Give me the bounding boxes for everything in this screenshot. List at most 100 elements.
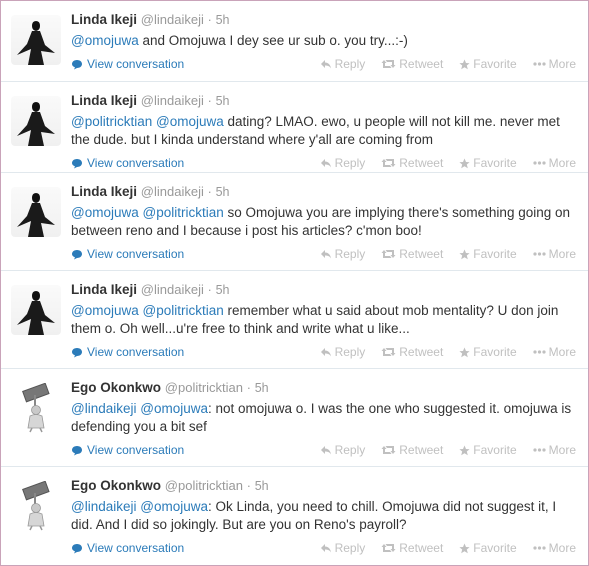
more-label: More xyxy=(548,443,576,457)
tweet[interactable]: Linda Ikeji @lindaikeji · 5h @omojuwa @p… xyxy=(1,271,588,369)
reply-button[interactable]: Reply xyxy=(320,345,365,359)
tweet[interactable]: Linda Ikeji @lindaikeji · 5h @politrickt… xyxy=(1,82,588,173)
tweet-timestamp[interactable]: 5h xyxy=(216,283,230,297)
mention-link[interactable]: @omojuwa xyxy=(71,33,139,48)
tweet-author-name[interactable]: Linda Ikeji xyxy=(71,12,137,27)
reply-label: Reply xyxy=(334,541,366,555)
tweet-author-handle[interactable]: @lindaikeji xyxy=(141,184,204,199)
favorite-button[interactable]: Favorite xyxy=(459,443,517,457)
tweet-author-name[interactable]: Ego Okonkwo xyxy=(71,478,161,493)
favorite-button[interactable]: Favorite xyxy=(459,57,517,71)
avatar[interactable] xyxy=(11,383,61,433)
more-dots-icon xyxy=(533,546,546,550)
separator-dot: · xyxy=(207,94,212,108)
tweet-timestamp[interactable]: 5h xyxy=(255,381,269,395)
tweet[interactable]: Ego Okonkwo @politricktian · 5h @lindaik… xyxy=(1,369,588,467)
reply-button[interactable]: Reply xyxy=(320,247,365,261)
more-dots-icon xyxy=(533,448,546,452)
mention-link[interactable]: @omojuwa xyxy=(156,114,224,129)
retweet-button[interactable]: Retweet xyxy=(381,541,443,555)
reply-button[interactable]: Reply xyxy=(320,443,366,457)
favorite-button[interactable]: Favorite xyxy=(459,156,517,170)
mention-link[interactable]: @omojuwa xyxy=(71,205,139,220)
tweet-author-handle[interactable]: @politricktian xyxy=(165,478,243,493)
mention-link[interactable]: @lindaikeji xyxy=(71,499,136,514)
tweet-author-handle[interactable]: @lindaikeji xyxy=(141,93,204,108)
tweet[interactable]: Ego Okonkwo @politricktian · 5h @lindaik… xyxy=(1,467,588,565)
separator-dot: · xyxy=(207,283,212,297)
view-conversation-label: View conversation xyxy=(87,541,185,555)
favorite-button[interactable]: Favorite xyxy=(459,345,517,359)
tweet-actions: Reply Retweet Favorite More xyxy=(320,247,576,261)
view-conversation-link[interactable]: View conversation xyxy=(71,247,184,261)
view-conversation-link[interactable]: View conversation xyxy=(71,345,184,359)
reply-button[interactable]: Reply xyxy=(320,156,365,170)
tweet[interactable]: Linda Ikeji @lindaikeji · 5h @omojuwa an… xyxy=(1,1,588,82)
mention-link[interactable]: @omojuwa xyxy=(140,499,208,514)
retweet-button[interactable]: Retweet xyxy=(381,247,443,261)
favorite-button[interactable]: Favorite xyxy=(459,541,517,555)
avatar[interactable] xyxy=(11,187,61,237)
retweet-button[interactable]: Retweet xyxy=(381,443,443,457)
more-button[interactable]: More xyxy=(533,156,576,170)
mention-link[interactable]: @omojuwa xyxy=(140,401,208,416)
speech-bubble-icon xyxy=(71,158,83,169)
retweet-button[interactable]: Retweet xyxy=(381,345,443,359)
retweet-icon xyxy=(381,249,396,259)
tweet-timestamp[interactable]: 5h xyxy=(216,94,230,108)
timeline: Linda Ikeji @lindaikeji · 5h @omojuwa an… xyxy=(0,0,589,566)
avatar[interactable] xyxy=(11,481,61,531)
mention-link[interactable]: @politricktian xyxy=(71,114,152,129)
view-conversation-label: View conversation xyxy=(87,443,185,457)
reply-button[interactable]: Reply xyxy=(320,541,366,555)
retweet-label: Retweet xyxy=(399,57,444,71)
tweet-timestamp[interactable]: 5h xyxy=(216,13,230,27)
mention-link[interactable]: @lindaikeji xyxy=(71,401,136,416)
reply-label: Reply xyxy=(334,57,366,71)
mention-link[interactable]: @politricktian xyxy=(143,205,224,220)
view-conversation-link[interactable]: View conversation xyxy=(71,541,184,555)
tweet-author-handle[interactable]: @lindaikeji xyxy=(141,282,204,297)
avatar[interactable] xyxy=(11,96,61,146)
tweet-actions: Reply Retweet Favorite More xyxy=(320,156,576,170)
reply-button[interactable]: Reply xyxy=(320,57,366,71)
more-button[interactable]: More xyxy=(533,247,576,261)
tweet-author-handle[interactable]: @lindaikeji xyxy=(141,12,204,27)
more-button[interactable]: More xyxy=(533,443,576,457)
more-button[interactable]: More xyxy=(533,57,576,71)
tweet-text: @omojuwa @politricktian remember what u … xyxy=(71,302,576,338)
retweet-button[interactable]: Retweet xyxy=(381,156,443,170)
favorite-button[interactable]: Favorite xyxy=(459,247,517,261)
view-conversation-label: View conversation xyxy=(87,156,185,170)
reply-label: Reply xyxy=(334,443,366,457)
tweet-timestamp[interactable]: 5h xyxy=(216,185,230,199)
tweet-text: @lindaikeji @omojuwa: not omojuwa o. I w… xyxy=(71,400,576,436)
retweet-icon xyxy=(381,445,396,455)
tweet-author-name[interactable]: Ego Okonkwo xyxy=(71,380,161,395)
reply-icon xyxy=(320,445,332,455)
tweet-actions: Reply Retweet Favorite More xyxy=(320,57,576,71)
avatar[interactable] xyxy=(11,15,61,65)
view-conversation-link[interactable]: View conversation xyxy=(71,443,184,457)
avatar[interactable] xyxy=(11,285,61,335)
speech-bubble-icon xyxy=(71,249,83,260)
tweet-author-handle[interactable]: @politricktian xyxy=(165,380,243,395)
mention-link[interactable]: @politricktian xyxy=(143,303,224,318)
reply-icon xyxy=(320,59,332,69)
more-dots-icon xyxy=(533,62,546,66)
view-conversation-link[interactable]: View conversation xyxy=(71,156,184,170)
tweet-author-name[interactable]: Linda Ikeji xyxy=(71,282,137,297)
more-button[interactable]: More xyxy=(533,541,576,555)
retweet-button[interactable]: Retweet xyxy=(381,57,443,71)
tweet-author-name[interactable]: Linda Ikeji xyxy=(71,93,137,108)
mention-link[interactable]: @omojuwa xyxy=(71,303,139,318)
tweet-timestamp[interactable]: 5h xyxy=(255,479,269,493)
reply-icon xyxy=(320,347,332,357)
view-conversation-link[interactable]: View conversation xyxy=(71,57,184,71)
tweet[interactable]: Linda Ikeji @lindaikeji · 5h @omojuwa @p… xyxy=(1,173,588,271)
more-button[interactable]: More xyxy=(533,345,576,359)
star-icon xyxy=(459,347,470,358)
reply-icon xyxy=(320,249,332,259)
star-icon xyxy=(459,59,470,70)
tweet-author-name[interactable]: Linda Ikeji xyxy=(71,184,137,199)
